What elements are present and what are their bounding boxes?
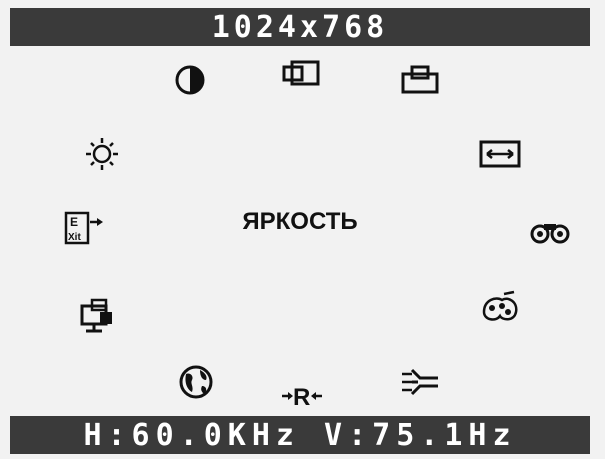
selected-item-label: ЯРКОСТЬ [242, 208, 358, 235]
h-size-icon[interactable] [478, 136, 522, 172]
h-position-icon[interactable] [280, 56, 324, 92]
input-icon[interactable] [398, 364, 442, 400]
brightness-icon[interactable] [80, 136, 124, 172]
contrast-icon[interactable] [168, 62, 212, 98]
resolution-title: 1024x768 [10, 8, 590, 46]
recall-icon[interactable] [76, 298, 120, 334]
language-icon[interactable] [174, 364, 218, 400]
osd-menu: 1024x768 E Xit ЯРКОСТЬ R H:60.0KHz V:75.… [0, 0, 605, 459]
exit-icon[interactable]: E Xit [64, 210, 108, 246]
geometry-icon[interactable] [528, 214, 572, 250]
color-icon[interactable] [478, 290, 522, 326]
svg-text:Xit: Xit [68, 232, 81, 243]
frequency-status: H:60.0KHz V:75.1Hz [10, 416, 590, 454]
svg-text:R: R [293, 384, 310, 411]
svg-text:E: E [70, 215, 78, 229]
v-position-icon[interactable] [398, 62, 442, 98]
reset-icon[interactable]: R [280, 378, 324, 414]
